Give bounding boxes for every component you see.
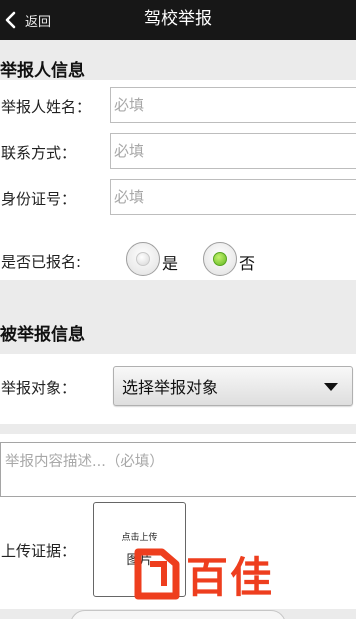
id-number-label: 身份证号：: [1, 190, 77, 208]
radio-yes-label: 是: [162, 254, 179, 273]
contact-input[interactable]: [110, 133, 356, 169]
target-select[interactable]: 选择举报对象: [113, 366, 353, 406]
radio-yes-indicator: [136, 252, 150, 266]
evidence-label: 上传证据：: [1, 542, 77, 560]
contact-label: 联系方式：: [1, 144, 77, 162]
registered-label: 是否已报名:: [1, 253, 82, 271]
reporter-name-input[interactable]: [110, 87, 356, 123]
top-nav-bar: 返回 驾校举报: [0, 0, 356, 40]
description-textarea[interactable]: [0, 442, 356, 497]
watermark-logo: 百佳: [132, 542, 274, 606]
watermark-emblem-icon: [134, 548, 180, 600]
dropdown-arrow-icon: [324, 383, 338, 391]
reported-section-title: 被举报信息: [0, 325, 85, 345]
radio-no-indicator: [213, 252, 227, 266]
target-label: 举报对象：: [1, 379, 77, 397]
reporter-name-label: 举报人姓名：: [1, 98, 92, 116]
watermark-text: 百佳: [186, 552, 275, 602]
reporter-info-card: 举报人姓名： 联系方式： 身份证号： 是否已报名: 是 否: [0, 80, 356, 280]
target-select-value: 选择举报对象: [122, 378, 219, 397]
submit-button[interactable]: [70, 610, 286, 619]
radio-yes[interactable]: [126, 242, 160, 276]
reporter-section-title: 举报人信息: [0, 61, 85, 81]
radio-no-label: 否: [239, 254, 256, 273]
id-number-input[interactable]: [110, 179, 356, 215]
page-title: 驾校举报: [144, 9, 212, 29]
radio-no[interactable]: [203, 242, 237, 276]
